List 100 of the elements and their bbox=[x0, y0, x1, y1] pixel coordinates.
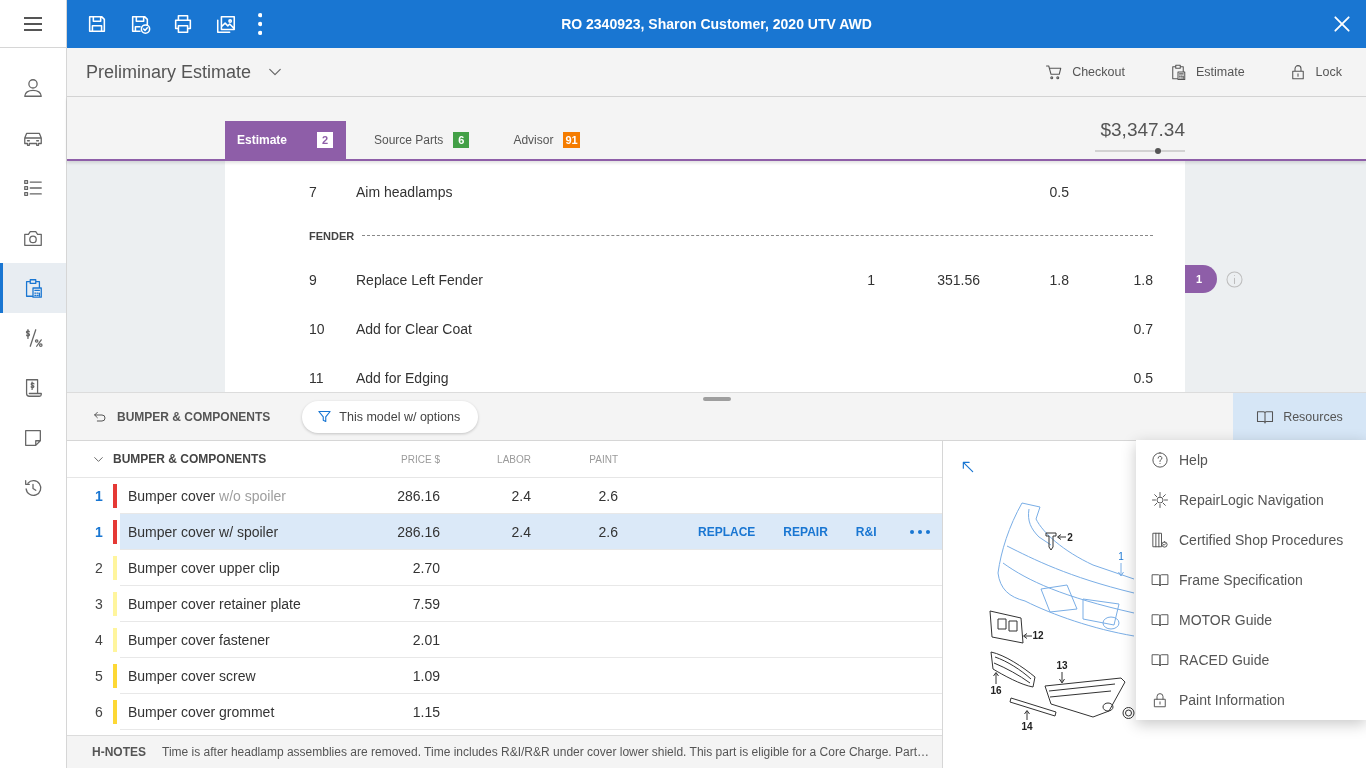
padlock-icon bbox=[1151, 691, 1169, 709]
quantity-cell-text: 1 bbox=[94, 487, 104, 506]
resize-handle[interactable] bbox=[702, 397, 731, 401]
labor-cell: 2.4 bbox=[511, 487, 531, 504]
paint-cell: 2.6 bbox=[598, 523, 618, 540]
quantity-cell-text: 6 bbox=[94, 703, 104, 722]
tab[interactable]: Advisor 91 bbox=[497, 121, 596, 159]
column-header: PAINT bbox=[588, 453, 618, 465]
part-row[interactable]: Bumper cover upper clip 2.70 bbox=[120, 550, 942, 586]
line-description: Aim headlamps bbox=[356, 183, 453, 200]
arrow-up-left-icon[interactable] bbox=[961, 460, 975, 474]
labor-cell: 2.4 bbox=[511, 523, 531, 540]
part-description: Bumper cover w/o spoiler bbox=[128, 487, 286, 504]
book-icon bbox=[1151, 651, 1169, 669]
estimate-title: Preliminary Estimate bbox=[86, 61, 252, 83]
header-action-button[interactable]: Estimate bbox=[1168, 56, 1245, 88]
sidebar-item[interactable] bbox=[0, 263, 66, 313]
paint-cell: 1.8 bbox=[1133, 271, 1153, 288]
line-number: 11 bbox=[309, 369, 324, 386]
part-row[interactable]: Bumper cover retainer plate 7.59 bbox=[120, 586, 942, 622]
more-horizontal-icon bbox=[910, 529, 931, 534]
price-cell: 286.16 bbox=[397, 487, 440, 504]
callout-number[interactable]: 14 bbox=[1021, 721, 1033, 732]
price-cell: 2.70 bbox=[412, 559, 440, 576]
help-icon bbox=[1151, 451, 1169, 469]
menu-item[interactable]: RACED Guide bbox=[1136, 640, 1366, 680]
tab[interactable]: Estimate 2 bbox=[225, 121, 346, 159]
line-number: 10 bbox=[309, 320, 325, 337]
paint-cell: 0.5 bbox=[1133, 369, 1153, 386]
paint-cell: 2.6 bbox=[598, 487, 618, 504]
document-check-icon bbox=[1151, 531, 1169, 549]
quantity-cell-text: 3 bbox=[94, 595, 104, 614]
column-header: PRICE $ bbox=[400, 453, 440, 465]
menu-item[interactable]: RepairLogic Navigation bbox=[1136, 480, 1366, 520]
notes-text: Time is after headlamp assemblies are removed. Time includes R&I/R&R under cover lower shield. This part is eligible for a Core Charge. Part… bbox=[162, 745, 929, 759]
row-action-link[interactable]: REPAIR bbox=[783, 524, 828, 539]
part-row[interactable]: Bumper cover fastener 2.01 bbox=[120, 622, 942, 658]
part-row[interactable]: Bumper cover screw 1.09 bbox=[120, 658, 942, 694]
resources-button[interactable]: Resources bbox=[1233, 393, 1366, 440]
filter-button[interactable]: This model w/ options bbox=[302, 400, 479, 433]
tab[interactable]: Source Parts 6 bbox=[358, 121, 486, 159]
price-cell: 351.56 bbox=[937, 271, 980, 288]
part-description: Bumper cover fastener bbox=[128, 631, 270, 648]
quantity-cell-text: 2 bbox=[94, 559, 104, 578]
part-description: Bumper cover w/ spoiler bbox=[128, 523, 279, 540]
price-cell: 1.15 bbox=[412, 703, 440, 720]
total-amount: $3,347.34 bbox=[1100, 119, 1185, 141]
callout-number[interactable]: 1 bbox=[1118, 551, 1124, 562]
back-button[interactable]: BUMPER & COMPONENTS bbox=[92, 401, 271, 432]
group-title: BUMPER & COMPONENTS bbox=[113, 452, 268, 466]
part-description: Bumper cover screw bbox=[128, 667, 256, 684]
part-description: Bumper cover grommet bbox=[128, 703, 275, 720]
price-cell: 7.59 bbox=[412, 595, 440, 612]
images-icon bbox=[214, 13, 237, 35]
menu-item[interactable]: Paint Information bbox=[1136, 680, 1366, 720]
checklist-icon bbox=[22, 177, 44, 199]
line-description: Add for Edging bbox=[356, 369, 449, 386]
count-badge: 6 bbox=[453, 132, 470, 148]
close-icon bbox=[1331, 14, 1352, 34]
book-icon bbox=[1151, 611, 1169, 629]
person-icon bbox=[22, 77, 44, 99]
line-badge[interactable]: 1 bbox=[1185, 265, 1217, 293]
line-description: Add for Clear Coat bbox=[356, 320, 472, 337]
part-row[interactable]: Bumper cover grommet 1.15 bbox=[120, 694, 942, 730]
header-action-button[interactable]: Lock bbox=[1288, 56, 1342, 88]
filter-icon bbox=[317, 409, 333, 424]
part-description: Bumper cover retainer plate bbox=[128, 595, 301, 612]
row-action-link[interactable]: REPLACE bbox=[698, 524, 756, 539]
quantity-cell-text: 4 bbox=[94, 631, 104, 650]
slider-thumb[interactable] bbox=[1155, 148, 1161, 154]
line-number: 9 bbox=[309, 271, 317, 288]
callout-number[interactable]: 16 bbox=[990, 685, 1002, 696]
line-description: Replace Left Fender bbox=[356, 271, 483, 288]
part-row[interactable]: Bumper cover w/ spoiler 286.16 2.4 2.6 REPLACE REPAIR R&I bbox=[120, 514, 942, 550]
price-cell: 1.09 bbox=[412, 667, 440, 684]
line-number: 7 bbox=[309, 183, 317, 200]
callout-number[interactable]: 13 bbox=[1056, 660, 1068, 671]
quantity-cell-text: 5 bbox=[94, 667, 104, 686]
column-header: LABOR bbox=[496, 453, 531, 465]
menu-item[interactable]: MOTOR Guide bbox=[1136, 600, 1366, 640]
price-cell: 2.01 bbox=[412, 631, 440, 648]
menu-item[interactable]: Help bbox=[1136, 440, 1366, 480]
callout-number[interactable]: 12 bbox=[1032, 630, 1044, 641]
part-description: Bumper cover upper clip bbox=[128, 559, 280, 576]
menu-item[interactable]: Certified Shop Procedures bbox=[1136, 520, 1366, 560]
notes-label: H-NOTES bbox=[92, 745, 146, 759]
count-badge: 2 bbox=[317, 132, 333, 148]
quantity-cell-text: 1 bbox=[94, 523, 104, 542]
more-vertical-icon bbox=[257, 13, 263, 35]
paint-cell: 0.7 bbox=[1133, 320, 1153, 337]
callout-number[interactable]: 2 bbox=[1067, 532, 1073, 543]
book-icon bbox=[1151, 571, 1169, 589]
menu-item[interactable]: Frame Specification bbox=[1136, 560, 1366, 600]
history-icon bbox=[22, 477, 44, 499]
quantity-cell: 1 bbox=[867, 271, 875, 288]
count-badge: 91 bbox=[563, 132, 580, 148]
header-action-button[interactable]: Checkout bbox=[1045, 56, 1125, 88]
row-action-link[interactable]: R&I bbox=[855, 524, 877, 539]
sticky-note-icon bbox=[22, 427, 44, 449]
labor-cell: 1.8 bbox=[1049, 271, 1069, 288]
